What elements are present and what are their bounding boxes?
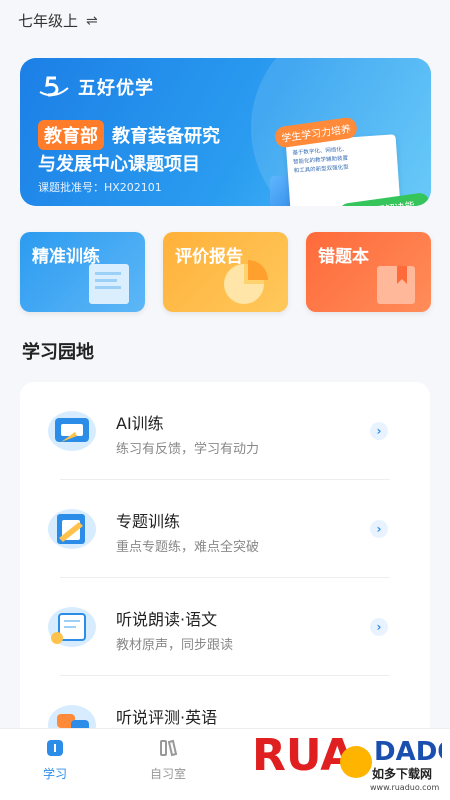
svg-text:DADO: DADO bbox=[374, 737, 442, 767]
list-item-title: 听说朗读·语文 bbox=[116, 610, 218, 629]
tab-label: 学习 bbox=[42, 767, 67, 781]
svg-text:如多下载网: 如多下载网 bbox=[372, 766, 432, 781]
tab-self-study-room[interactable]: 自习室 bbox=[123, 737, 213, 782]
grade-label: 七年级上 bbox=[18, 12, 79, 30]
card-mistake-book[interactable]: 错题本 bbox=[306, 232, 431, 312]
tab-study[interactable]: 学习 bbox=[10, 737, 100, 782]
list-item-topic-training[interactable]: 专题训练 重点专题练，难点全突破 › bbox=[20, 480, 430, 578]
list-item-subtitle: 练习有反馈，学习有动力 bbox=[116, 442, 260, 457]
reading-icon bbox=[48, 607, 96, 647]
chevron-right-icon: › bbox=[370, 618, 388, 636]
grade-selector[interactable]: 七年级上 ⇌ bbox=[18, 10, 98, 31]
brand-logo: 五好优学 bbox=[36, 74, 154, 100]
tab-label: 自习室 bbox=[149, 767, 186, 781]
list-item-subtitle: 教材原声，同步跟读 bbox=[116, 638, 234, 653]
section-title: 学习园地 bbox=[22, 342, 94, 363]
chevron-right-icon: › bbox=[370, 520, 388, 538]
list-item-chinese-reading[interactable]: 听说朗读·语文 教材原声，同步跟读 › bbox=[20, 578, 430, 676]
watermark-logo: RUA DADO 如多下载网 www.ruaduo.com bbox=[252, 722, 450, 796]
list-item-title: AI训练 bbox=[116, 414, 164, 433]
brand-logo-icon bbox=[39, 76, 69, 97]
paper-illustration: 基于数字化、网络化、 智能化的教学辅助装置 和工具的新型双强化型 bbox=[285, 134, 401, 206]
card-precise-practice[interactable]: 精准训练 bbox=[20, 232, 145, 312]
topic-training-icon bbox=[48, 509, 96, 549]
list-item-ai-training[interactable]: AI训练 练习有反馈，学习有动力 › bbox=[20, 382, 430, 480]
brand-name: 五好优学 bbox=[78, 78, 154, 99]
card-evaluation-report[interactable]: 评价报告 bbox=[163, 232, 288, 312]
watermark-graphic: RUA DADO 如多下载网 www.ruaduo.com bbox=[252, 730, 450, 792]
list-item-title: 听说评测·英语 bbox=[116, 708, 218, 727]
swap-icon: ⇌ bbox=[86, 12, 98, 29]
document-icon bbox=[89, 264, 129, 304]
card-title: 错题本 bbox=[318, 247, 369, 267]
books-icon bbox=[160, 739, 178, 757]
headline-1-text: 教育装备研究 bbox=[112, 126, 220, 147]
study-garden-list: AI训练 练习有反馈，学习有动力 › 专题训练 重点专题练，难点全突破 › 听说… bbox=[20, 382, 430, 745]
promo-banner[interactable]: 五好优学 教育部 教育装备研究 与发展中心课题项目 课题批准号：HX202101… bbox=[20, 58, 431, 206]
approval-number: 课题批准号：HX202101 bbox=[38, 181, 162, 194]
ai-training-icon bbox=[48, 411, 96, 451]
svg-text:RUA: RUA bbox=[252, 730, 354, 781]
study-tab-icon bbox=[47, 740, 63, 756]
notebook-icon bbox=[377, 266, 415, 304]
banner-headline-1: 教育部 教育装备研究 bbox=[38, 120, 220, 150]
svg-text:www.ruaduo.com: www.ruaduo.com bbox=[370, 783, 439, 792]
chevron-right-icon: › bbox=[370, 422, 388, 440]
banner-headline-2: 与发展中心课题项目 bbox=[38, 154, 200, 175]
org-tag: 教育部 bbox=[38, 120, 104, 150]
list-item-title: 专题训练 bbox=[116, 512, 181, 531]
list-item-subtitle: 重点专题练，难点全突破 bbox=[116, 540, 260, 555]
pie-chart-icon bbox=[224, 260, 268, 304]
